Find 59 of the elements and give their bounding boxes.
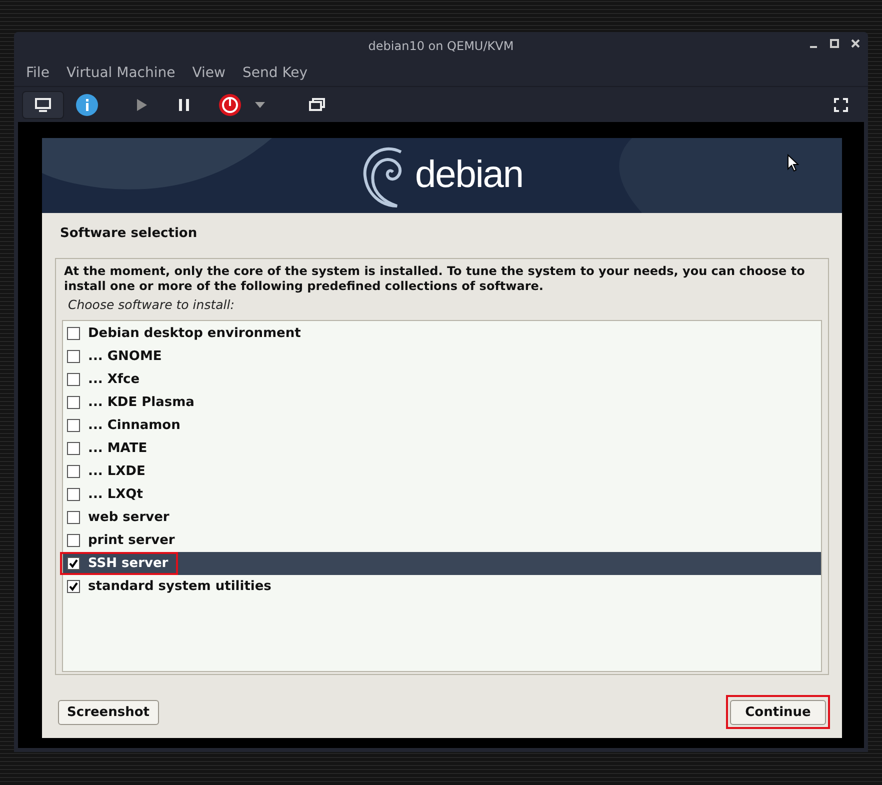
list-item[interactable]: ... MATE xyxy=(63,436,821,460)
window-title: debian10 on QEMU/KVM xyxy=(368,38,514,55)
item-label: standard system utilities xyxy=(88,578,272,596)
item-label: web server xyxy=(88,508,170,526)
list-item[interactable]: ... Cinnamon xyxy=(63,414,821,437)
item-label: ... KDE Plasma xyxy=(88,394,194,412)
fullscreen-icon[interactable] xyxy=(834,98,848,112)
item-label: ... LXDE xyxy=(88,462,146,480)
prompt-text: Choose software to install: xyxy=(67,296,236,314)
console-button[interactable] xyxy=(22,90,64,118)
list-item[interactable]: ... KDE Plasma xyxy=(63,390,821,414)
menu-item[interactable]: File xyxy=(20,62,56,84)
list-item[interactable]: ... Xfce xyxy=(63,368,821,391)
power-icon[interactable] xyxy=(219,94,241,116)
checkbox[interactable] xyxy=(67,580,80,593)
menu-item[interactable]: View xyxy=(186,62,232,84)
checkbox[interactable] xyxy=(67,418,80,432)
menu-item[interactable]: Send Key xyxy=(236,62,314,84)
list-item[interactable]: ... LXQt xyxy=(63,482,821,506)
close-icon[interactable] xyxy=(851,39,860,48)
list-item[interactable]: ... GNOME xyxy=(63,344,821,368)
item-label: ... MATE xyxy=(88,440,148,458)
list-item[interactable]: print server xyxy=(63,528,821,552)
list-item[interactable]: SSH server xyxy=(63,552,821,575)
item-label: ... Cinnamon xyxy=(88,416,180,434)
item-label: Debian desktop environment xyxy=(88,324,301,342)
pause-icon[interactable] xyxy=(178,98,190,110)
monitor-icon xyxy=(35,98,51,112)
action-button[interactable]: Screenshot xyxy=(58,700,159,726)
item-label: ... GNOME xyxy=(88,348,162,366)
maximize-icon[interactable] xyxy=(830,39,839,48)
logo-text: debian xyxy=(414,153,524,198)
checkbox[interactable] xyxy=(67,372,80,386)
cursor-icon xyxy=(787,154,799,172)
checkbox[interactable] xyxy=(67,464,80,478)
info-icon[interactable] xyxy=(76,94,98,116)
list-item[interactable]: web server xyxy=(63,506,821,529)
action-button[interactable]: Continue xyxy=(730,700,826,726)
checkbox[interactable] xyxy=(67,326,80,340)
item-label: SSH server xyxy=(88,554,168,572)
checkbox[interactable] xyxy=(67,510,80,524)
windows-icon[interactable] xyxy=(309,98,325,112)
item-label: ... LXQt xyxy=(88,486,143,504)
intro-text: At the moment, only the core of the system is installed. To tune the system to your needs, you can choose to install one or more of the following predefined collections of software. xyxy=(63,264,806,294)
section-heading: Software selection xyxy=(59,225,198,243)
checkbox[interactable] xyxy=(67,534,80,547)
play-icon[interactable] xyxy=(136,98,148,110)
checkbox[interactable] xyxy=(67,396,80,409)
item-label: ... Xfce xyxy=(88,370,140,388)
item-label: print server xyxy=(88,532,175,550)
menu-item[interactable]: Virtual Machine xyxy=(60,62,182,84)
checkbox[interactable] xyxy=(67,442,80,455)
list-item[interactable]: ... LXDE xyxy=(63,460,821,483)
checkbox[interactable] xyxy=(67,556,80,570)
checkbox[interactable] xyxy=(67,488,80,501)
list-item[interactable]: Debian desktop environment xyxy=(63,322,821,345)
caret-icon[interactable] xyxy=(255,102,265,108)
list-item[interactable]: standard system utilities xyxy=(63,574,821,598)
checkbox[interactable] xyxy=(67,350,80,363)
